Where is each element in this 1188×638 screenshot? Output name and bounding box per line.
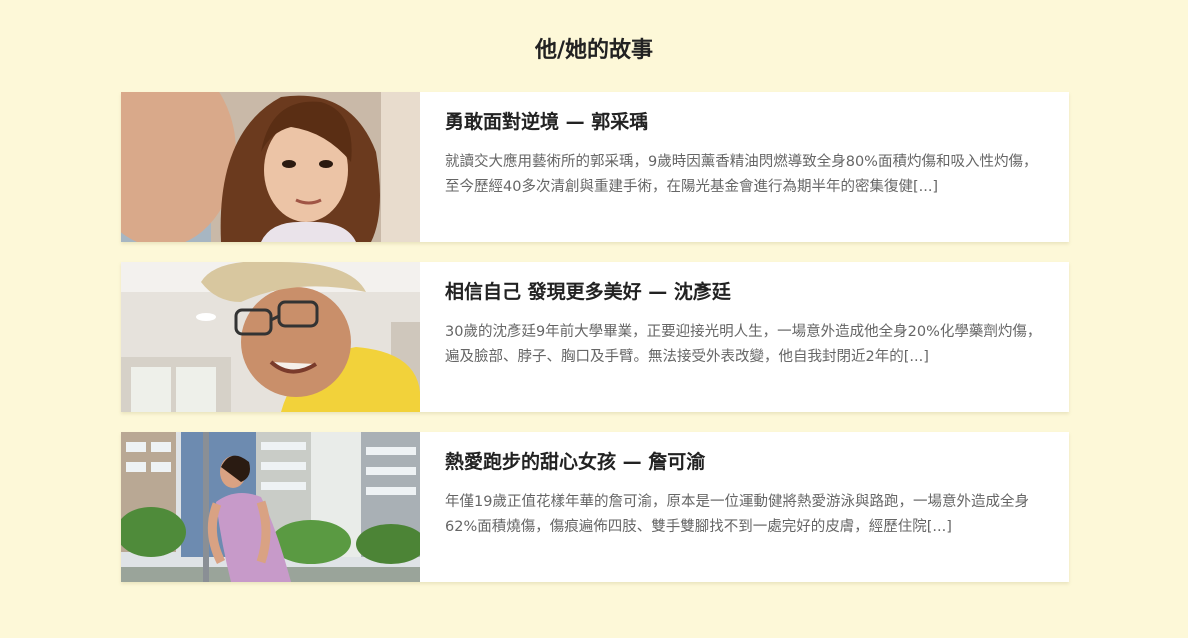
story-body-2: 相信自己 發現更多美好 — 沈彥廷 30歲的沈彥廷9年前大學畢業，正要迎接光明人… — [420, 262, 1069, 412]
story-photo-2[interactable] — [121, 262, 420, 412]
story-card-1[interactable]: 勇敢面對逆境 — 郭采瑀 就讀交大應用藝術所的郭采瑀，9歲時因薰香精油閃燃導致全… — [121, 92, 1069, 242]
portrait-woman-image — [121, 92, 420, 242]
story-title[interactable]: 勇敢面對逆境 — 郭采瑀 — [445, 108, 1045, 136]
portrait-man-cap-image — [121, 262, 420, 412]
runner-woman-image — [121, 432, 420, 582]
story-list: 勇敢面對逆境 — 郭采瑀 就讀交大應用藝術所的郭采瑀，9歲時因薰香精油閃燃導致全… — [121, 92, 1069, 602]
section-title: 他/她的故事 — [534, 38, 654, 63]
story-body-3: 熱愛跑步的甜心女孩 — 詹可渝 年僅19歲正值花樣年華的詹可渝，原本是一位運動健… — [420, 432, 1069, 582]
story-photo-3[interactable] — [121, 432, 420, 582]
story-title[interactable]: 熱愛跑步的甜心女孩 — 詹可渝 — [445, 448, 1045, 476]
story-excerpt: 年僅19歲正值花樣年華的詹可渝，原本是一位運動健將熱愛游泳與路跑，一場意外造成全… — [445, 494, 1029, 535]
story-body-1: 勇敢面對逆境 — 郭采瑀 就讀交大應用藝術所的郭采瑀，9歲時因薰香精油閃燃導致全… — [420, 92, 1069, 242]
story-title[interactable]: 相信自己 發現更多美好 — 沈彥廷 — [445, 278, 1045, 306]
story-excerpt: 就讀交大應用藝術所的郭采瑀，9歲時因薰香精油閃燃導致全身80%面積灼傷和吸入性灼… — [445, 154, 1038, 195]
story-excerpt: 30歲的沈彥廷9年前大學畢業，正要迎接光明人生，一場意外造成他全身20%化學藥劑… — [445, 324, 1042, 365]
story-photo-1[interactable] — [121, 92, 420, 242]
story-card-2[interactable]: 相信自己 發現更多美好 — 沈彥廷 30歲的沈彥廷9年前大學畢業，正要迎接光明人… — [121, 262, 1069, 412]
story-card-3[interactable]: 熱愛跑步的甜心女孩 — 詹可渝 年僅19歲正值花樣年華的詹可渝，原本是一位運動健… — [121, 432, 1069, 582]
